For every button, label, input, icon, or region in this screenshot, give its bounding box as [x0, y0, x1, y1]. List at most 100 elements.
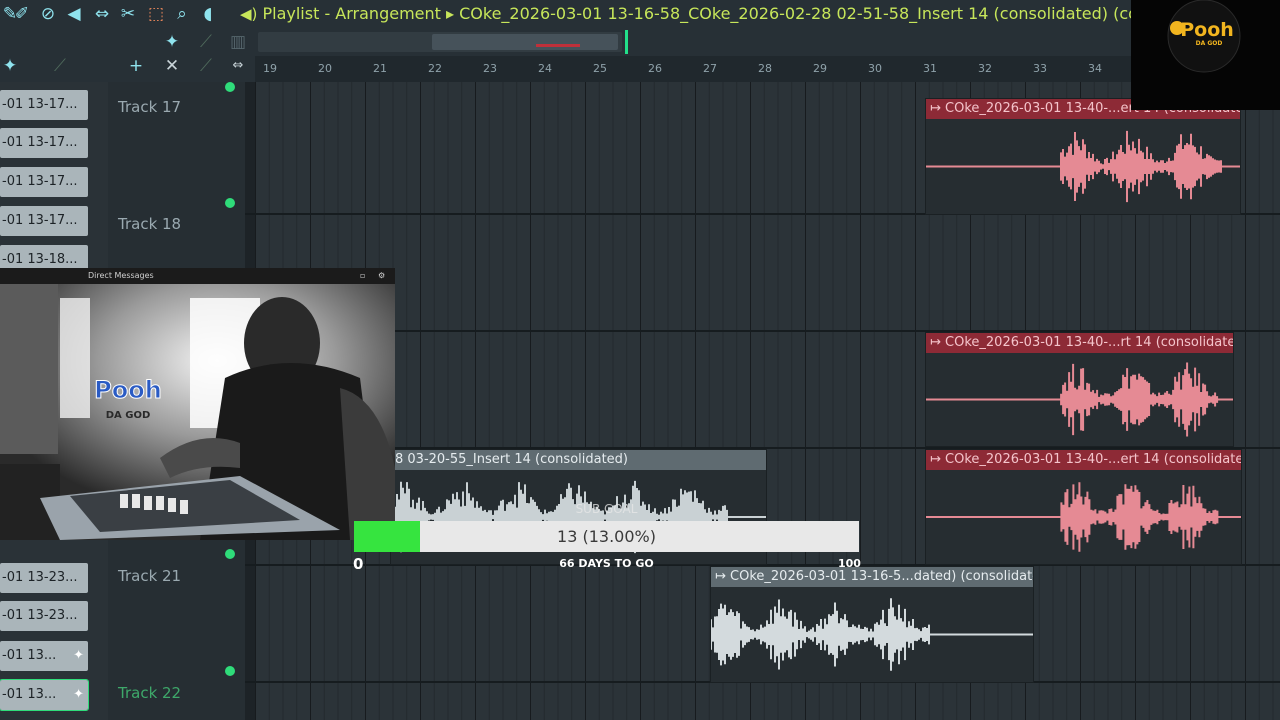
window-title: ◀) Playlist - Arrangement ▸ COke_2026-03… — [240, 2, 1156, 26]
sub-goal-label: SUB GOAL — [575, 502, 638, 516]
resize-icon[interactable]: ⇔ — [228, 56, 248, 76]
ruler-bar-number: 22 — [428, 62, 442, 75]
title-separator: ▸ — [446, 4, 455, 23]
zoom-icon[interactable]: ⌕ — [172, 4, 192, 24]
stream-logo: Pooh DA GOD — [1131, 0, 1280, 110]
audio-clip[interactable]: ↦ COke_2026-03-01 13-40-...ert 14 (conso… — [925, 449, 1242, 565]
svg-text:DA GOD: DA GOD — [106, 410, 151, 421]
track-name-18[interactable]: Track 18 — [118, 215, 181, 233]
waveform-icon: ✦ — [73, 687, 84, 702]
overview-scroller-thumb[interactable] — [432, 34, 618, 50]
speaker-icon: ◀) — [240, 5, 258, 23]
clip-source-item[interactable]: -01 13-17... — [0, 167, 88, 197]
clip-arrow-icon: ↦ — [930, 335, 946, 350]
audio-clip[interactable]: ↦ COke_2026-03-01 13-40-...ert 14 (conso… — [925, 98, 1241, 215]
piano-icon[interactable]: ▥ — [228, 32, 248, 52]
clip-waveform — [926, 362, 1233, 437]
audio-clip[interactable]: ↦ COke_2026-03-01 13-16-5...dated) (cons… — [710, 566, 1034, 683]
clip-source-item[interactable]: -01 13-23... — [0, 601, 88, 631]
select-icon[interactable]: ⬚ — [146, 4, 166, 24]
slip-icon[interactable]: ⇔ — [92, 4, 112, 24]
webcam-title: Direct Messages — [88, 271, 154, 280]
playhead[interactable] — [625, 30, 628, 54]
clip-source-item[interactable]: -01 13... ✦ — [0, 641, 88, 671]
webcam-title-bar: Direct Messages ▫ ⚙ — [0, 268, 395, 284]
sub-goal-max: 100 — [838, 557, 861, 570]
snap-icon[interactable]: ✦ — [0, 56, 20, 76]
clip-source-label: -01 13-17... — [2, 213, 78, 228]
clip-source-label: -01 13-18... — [2, 252, 78, 267]
ruler-bar-number: 33 — [1033, 62, 1047, 75]
ruler-bar-number: 26 — [648, 62, 662, 75]
add-icon[interactable]: + — [126, 56, 146, 76]
window-file-name: COke_2026-03-01 13-16-58_COke_2026-02-28… — [459, 4, 1157, 23]
clip-label: ↦ COke_2026-03-01 13-40-...rt 14 (consol… — [926, 333, 1233, 353]
ruler-bar-number: 34 — [1088, 62, 1102, 75]
clip-source-item[interactable]: -01 13-17... — [0, 90, 88, 120]
clip-source-label: -01 13... — [2, 648, 57, 663]
sub-goal-days-left: 66 DAYS TO GO — [559, 557, 654, 570]
svg-text:DA GOD: DA GOD — [1196, 40, 1223, 47]
ruler-bar-number: 25 — [593, 62, 607, 75]
pooh-logo-icon: Pooh DA GOD — [1167, 0, 1241, 73]
clip-label: ↦ COke_2026-03-01 13-16-5...dated) (cons… — [711, 567, 1033, 587]
pencil-icon[interactable]: ⟋ — [50, 56, 70, 76]
ruler-bar-number: 30 — [868, 62, 882, 75]
ruler-bar-number: 24 — [538, 62, 552, 75]
minimize-icon[interactable]: ▫ — [360, 268, 365, 284]
paint-icon[interactable]: ✐ — [12, 4, 32, 24]
clip-source-item[interactable]: -01 13-23... — [0, 563, 88, 593]
waveform-icon[interactable]: ✦ — [162, 32, 182, 52]
audio-clip[interactable]: ↦ COke_2026-03-01 13-40-...rt 14 (consol… — [925, 332, 1234, 447]
track-enable-led[interactable] — [225, 198, 235, 208]
ruler-bar-number: 21 — [373, 62, 387, 75]
track-enable-led[interactable] — [225, 549, 235, 559]
window-title-text: Playlist - Arrangement — [262, 4, 441, 23]
track-name-17[interactable]: Track 17 — [118, 98, 181, 116]
clip-waveform — [711, 598, 1033, 671]
svg-text:Pooh: Pooh — [94, 376, 162, 404]
timeline-ruler[interactable]: 19 20 21 22 23 24 25 26 27 28 29 30 31 32 33 34 — [255, 56, 1280, 83]
webcam-image: Pooh DA GOD — [0, 284, 395, 540]
delete-icon[interactable]: ⊘ — [38, 4, 58, 24]
clip-source-label: -01 13... — [2, 687, 57, 702]
link-icon[interactable]: ⟋ — [196, 32, 216, 52]
waveform-icon: ✦ — [73, 648, 84, 663]
clip-source-item[interactable]: -01 13... ✦ — [0, 679, 89, 711]
ruler-bar-number: 19 — [263, 62, 277, 75]
track-enable-led[interactable] — [225, 666, 235, 676]
slice-icon[interactable]: ✂ — [118, 4, 138, 24]
sub-goal-progress-text: 13 (13.00%) — [557, 527, 656, 546]
overview-marker — [536, 44, 580, 47]
clip-source-label: -01 13-17... — [2, 174, 78, 189]
clip-label: 8 03-20-55_Insert 14 (consolidated) — [391, 450, 766, 470]
playlist-toolbar-row2 — [0, 28, 1280, 56]
ruler-bar-number: 28 — [758, 62, 772, 75]
ruler-bar-number: 23 — [483, 62, 497, 75]
clip-source-item[interactable]: -01 13-17... — [0, 128, 88, 158]
clip-arrow-icon: ↦ — [930, 101, 946, 116]
mute-icon[interactable]: ◀ — [64, 4, 84, 24]
draw-icon[interactable]: ⟋ — [196, 56, 216, 76]
track-enable-led[interactable] — [225, 82, 235, 92]
track-name-22[interactable]: Track 22 — [118, 684, 181, 702]
clip-source-label: -01 13-17... — [2, 97, 78, 112]
track-name-21[interactable]: Track 21 — [118, 567, 181, 585]
clip-waveform — [926, 130, 1240, 203]
playback-icon[interactable]: ◖ — [198, 4, 218, 24]
ruler-bar-number: 20 — [318, 62, 332, 75]
clip-source-label: -01 13-23... — [2, 570, 78, 585]
close-icon[interactable]: ✕ — [162, 56, 182, 76]
ruler-bar-number: 32 — [978, 62, 992, 75]
ruler-bar-number: 31 — [923, 62, 937, 75]
clip-label: ↦ COke_2026-03-01 13-40-...ert 14 (conso… — [926, 450, 1241, 470]
ruler-bar-number: 27 — [703, 62, 717, 75]
clip-waveform — [926, 482, 1241, 552]
clip-arrow-icon: ↦ — [715, 569, 731, 584]
clip-source-label: -01 13-17... — [2, 135, 78, 150]
ruler-bar-number: 29 — [813, 62, 827, 75]
clip-source-item[interactable]: -01 13-17... — [0, 206, 88, 236]
webcam-feed: Pooh DA GOD — [0, 268, 395, 540]
settings-icon[interactable]: ⚙ — [378, 268, 385, 284]
clip-source-label: -01 13-23... — [2, 608, 78, 623]
